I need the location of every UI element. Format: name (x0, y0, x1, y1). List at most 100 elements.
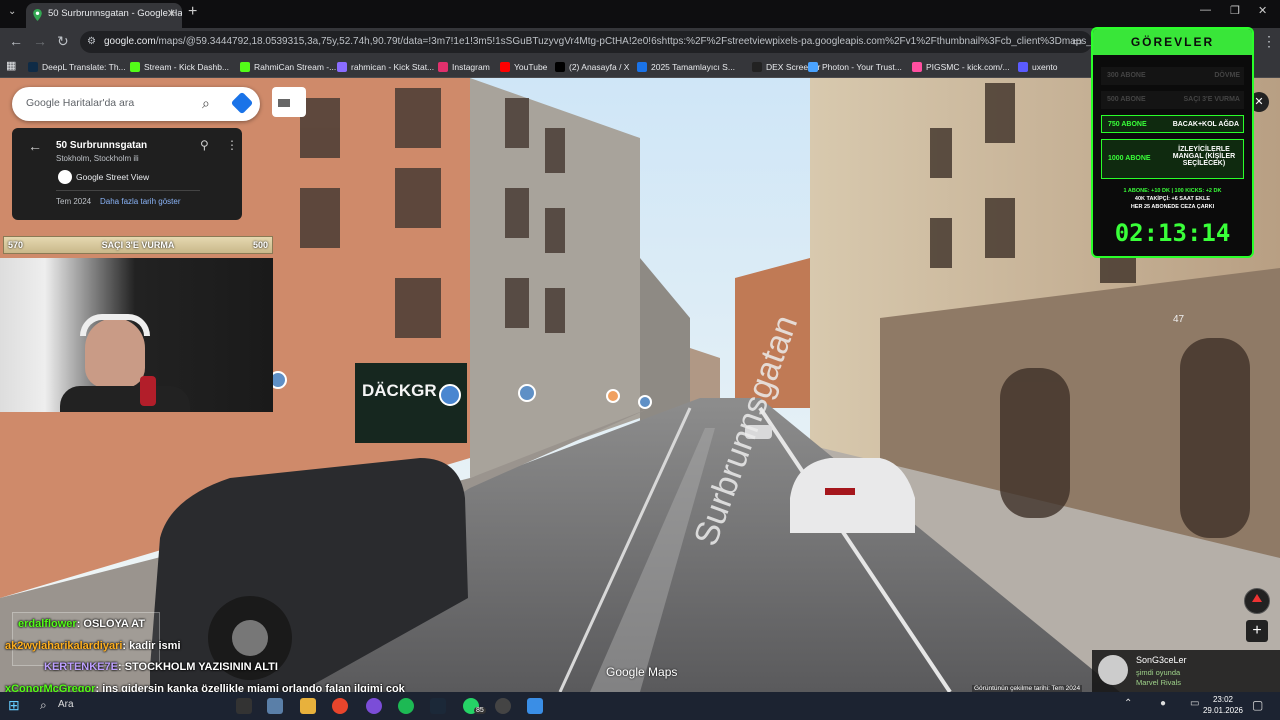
chat-message: ak2wylaharikalardiyari: kadir ismi (5, 640, 181, 652)
bookmark-item[interactable]: Stream - Kick Dashb... (130, 59, 229, 75)
task-reward: DÖVME (1214, 72, 1240, 79)
task-row: 750 ABONE BACAK+KOL AĞDA (1101, 115, 1244, 133)
place-name: 50 Surbrunnsgatan (56, 140, 148, 151)
poi-marker[interactable] (606, 389, 620, 403)
bookmark-item[interactable]: YouTube (500, 59, 547, 75)
apps-grid-icon[interactable]: ▦ (6, 58, 16, 74)
chat-message: KERTENKE7E: STOCKHOLM YAZISININ ALTI (44, 661, 278, 673)
task-reward: SAÇI 3'E VURMA (1183, 96, 1240, 103)
bookmark-item[interactable]: DeepL Translate: Th... (28, 59, 126, 75)
new-tab-button[interactable]: + (188, 3, 197, 21)
bookmark-item[interactable]: 2025 Tamamlayıcı S... (637, 59, 735, 75)
network-icon[interactable]: ▭ (1190, 698, 1199, 709)
bookmark-item[interactable]: PIGSMC - kick.com/... (912, 59, 1010, 75)
bookmark-favicon-icon (438, 62, 448, 72)
window-close-button[interactable]: ✕ (1258, 4, 1267, 17)
bookmark-item[interactable]: RahmiCan Stream -... (240, 59, 336, 75)
bookmark-label: Instagram (452, 62, 490, 72)
clock-time[interactable]: 23:02 (1206, 695, 1240, 704)
place-subtitle: Stokholm, Stockholm ili (56, 154, 139, 163)
bookmark-favicon-icon (808, 62, 818, 72)
tab-close-icon[interactable]: ✕ (167, 3, 176, 25)
compass-icon[interactable] (1244, 588, 1270, 614)
poi-marker[interactable] (638, 395, 652, 409)
search-input[interactable]: Google Haritalar'da ara (26, 97, 134, 109)
back-button[interactable]: ← (9, 33, 23, 49)
steam-icon[interactable] (430, 698, 446, 714)
bookmark-label: Stream - Kick Dashb... (144, 62, 230, 72)
forward-button[interactable]: → (33, 33, 47, 49)
streamer-shirt (60, 386, 190, 412)
address-bar[interactable]: ⚙ google.com/maps/@59.3444792,18.0539315… (80, 31, 1092, 53)
tasks-note: HER 25 ABONEDE CEZA ÇARKI (1130, 204, 1215, 210)
zoom-in-button[interactable]: + (1246, 620, 1268, 642)
more-dates-link[interactable]: Daha fazla tarih göster (100, 197, 181, 206)
start-button[interactable]: ⊞ (8, 697, 20, 714)
url-host: google.com (104, 36, 156, 47)
browser-tab-strip: ⌄ 50 Surbrunnsgatan - Google Haritalar ✕… (0, 0, 1280, 28)
place-card: ← 50 Surbrunnsgatan Stokholm, Stockholm … (12, 128, 242, 220)
friend-name: SonG3ceLer (1136, 655, 1187, 665)
bookmark-item[interactable]: (2) Anasayfa / X (555, 59, 629, 75)
goal-label: SAÇI 3'E VURMA (101, 240, 175, 250)
more-options-icon[interactable]: ⋮ (226, 138, 238, 152)
task-reward: BACAK+KOL AĞDA (1172, 121, 1239, 128)
poi-marker[interactable] (518, 384, 536, 402)
bookmark-item[interactable]: Instagram (438, 59, 490, 75)
provider-label: Google Street View (76, 172, 150, 182)
minimize-button[interactable]: — (1200, 4, 1211, 16)
browser-menu-icon[interactable]: ⋮ (1262, 33, 1276, 50)
spotify-icon[interactable] (398, 698, 414, 714)
poi-marker[interactable] (439, 384, 461, 406)
bookmark-favicon-icon (28, 62, 38, 72)
app-icon[interactable] (366, 698, 382, 714)
restore-button[interactable]: ❐ (1230, 4, 1240, 17)
tray-chevron-icon[interactable]: ⌃ (1124, 698, 1132, 709)
browser-toolbar: ← → ↻ ⚙ google.com/maps/@59.3444792,18.0… (0, 28, 1280, 56)
headphones-icon (80, 314, 150, 336)
tasks-panel: GÖREVLER 300 ABONE DÖVME 500 ABONE SAÇI 3'E… (1091, 27, 1254, 258)
maps-search-box[interactable]: Google Haritalar'da ara ⌕ (12, 87, 260, 121)
bookmark-label: YouTube (514, 62, 548, 72)
bookmark-favicon-icon (555, 62, 565, 72)
clock-date[interactable]: 29.01.2026 (1200, 706, 1246, 715)
notifications-icon[interactable]: ▢ (1252, 698, 1263, 712)
bookmarks-bar: ▦ DeepL Translate: Th... Stream - Kick Da… (0, 56, 1280, 78)
webcam-overlay (0, 258, 273, 412)
task-view-icon[interactable] (236, 698, 252, 714)
bookmark-label: uxento (1032, 62, 1058, 72)
notification-badge: 85 (474, 707, 486, 714)
layers-button[interactable] (272, 87, 306, 117)
bookmark-item[interactable]: uxento (1018, 59, 1058, 75)
taskbar-search-icon[interactable]: ⌕ (40, 698, 47, 713)
bookmark-item[interactable]: rahmican - Kick Stat... (337, 59, 434, 75)
location-pin-icon[interactable]: ⚲ (200, 138, 209, 152)
tab-active[interactable]: 50 Surbrunnsgatan - Google Haritalar ✕ (26, 3, 182, 28)
capture-date: Görüntünün çekilme tarihi: Tem 2024 (972, 685, 1083, 692)
friend-game: Marvel Rivals (1136, 678, 1182, 687)
bookmark-item[interactable]: Photon - Your Trust... (808, 59, 902, 75)
chrome-icon[interactable] (332, 698, 348, 714)
cast-icon[interactable]: ▭ (1072, 35, 1082, 48)
app-icon[interactable] (527, 698, 543, 714)
shop-sign: DÄCKGR (362, 381, 437, 400)
obs-icon[interactable] (495, 698, 511, 714)
task-row: 1000 ABONE İZLEYİCİLERLE MANGAL (KİŞİLER … (1101, 139, 1244, 179)
taskbar-search-label[interactable]: Ara (58, 699, 74, 710)
back-arrow-icon[interactable]: ← (28, 138, 42, 154)
explorer-icon[interactable] (267, 698, 283, 714)
chat-text: : OSLOYA AT (76, 618, 145, 630)
search-icon[interactable]: ⌕ (202, 95, 210, 112)
house-number: 47 (1173, 314, 1185, 325)
task-goal: 750 ABONE (1108, 121, 1147, 128)
directions-icon[interactable] (230, 91, 254, 115)
tab-search-icon[interactable]: ⌄ (8, 6, 16, 17)
microphone-icon[interactable]: ● (1160, 698, 1166, 709)
bookmark-label: Photon - Your Trust... (822, 62, 902, 72)
file-folder-icon[interactable] (300, 698, 316, 714)
red-cup (140, 376, 156, 406)
task-goal: 500 ABONE (1107, 96, 1146, 103)
reload-button[interactable]: ↻ (57, 33, 69, 50)
task-row: 300 ABONE DÖVME (1101, 67, 1244, 85)
site-info-icon[interactable]: ⚙ (87, 31, 96, 53)
